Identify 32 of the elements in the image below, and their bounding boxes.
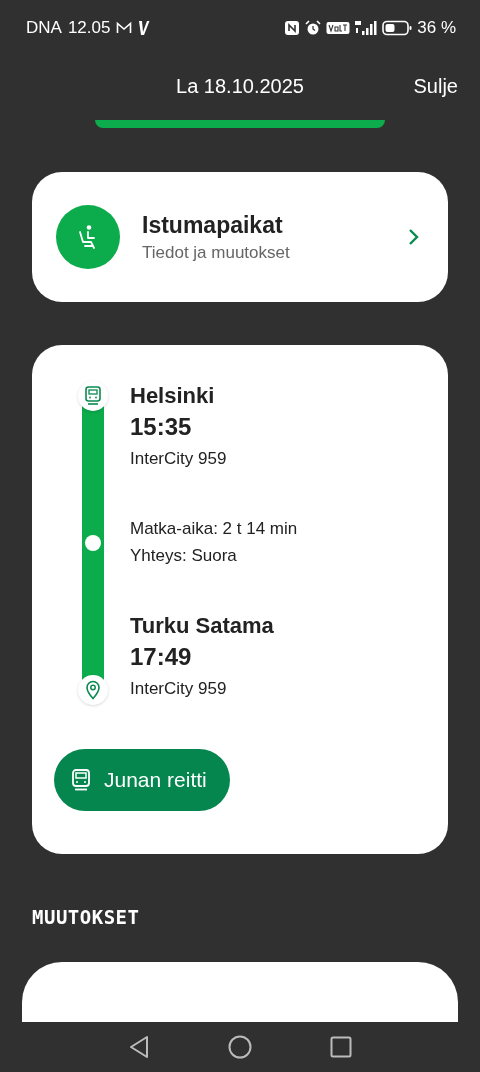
signal-icon bbox=[355, 20, 378, 36]
location-pin-icon bbox=[85, 680, 101, 701]
train-icon bbox=[70, 768, 92, 793]
alarm-icon bbox=[305, 20, 322, 36]
arrival-time: 17:49 bbox=[130, 642, 193, 673]
station-name: Turku Satama bbox=[130, 612, 275, 641]
station-name: Helsinki bbox=[130, 382, 216, 411]
train-name: InterCity 959 bbox=[130, 448, 228, 471]
journey-detail: Yhteys: Suora bbox=[130, 545, 238, 568]
card-subtitle: Tiedot ja muutokset bbox=[142, 242, 291, 263]
date-title: La 18.10.2025 bbox=[176, 74, 304, 98]
back-icon[interactable] bbox=[128, 1035, 150, 1059]
train-icon bbox=[84, 386, 102, 407]
chevron-right-icon bbox=[408, 228, 420, 247]
v-logo-icon bbox=[138, 20, 151, 36]
close-button[interactable]: Sulje bbox=[413, 74, 458, 98]
home-icon[interactable] bbox=[228, 1035, 252, 1059]
mail-icon bbox=[116, 21, 133, 35]
train-name: InterCity 959 bbox=[130, 678, 228, 701]
carrier-name: DNA bbox=[26, 18, 62, 38]
departure-time: 15:35 bbox=[130, 412, 193, 443]
journey-detail: Matka-aika: 2 t 14 min bbox=[130, 518, 298, 541]
train-route-button[interactable]: Junan reitti bbox=[54, 749, 230, 812]
seats-card[interactable]: Istumapaikat Tiedot ja muutokset bbox=[32, 171, 448, 303]
status-time: 12.05 bbox=[67, 18, 111, 38]
card-title: Istumapaikat bbox=[142, 211, 284, 239]
battery-icon bbox=[382, 20, 413, 36]
battery-percentage: 36 % bbox=[417, 18, 456, 38]
volte-icon bbox=[326, 21, 351, 35]
recents-icon[interactable] bbox=[330, 1036, 352, 1058]
section-heading: MUUTOKSET bbox=[32, 906, 140, 928]
nfc-icon bbox=[284, 20, 301, 36]
